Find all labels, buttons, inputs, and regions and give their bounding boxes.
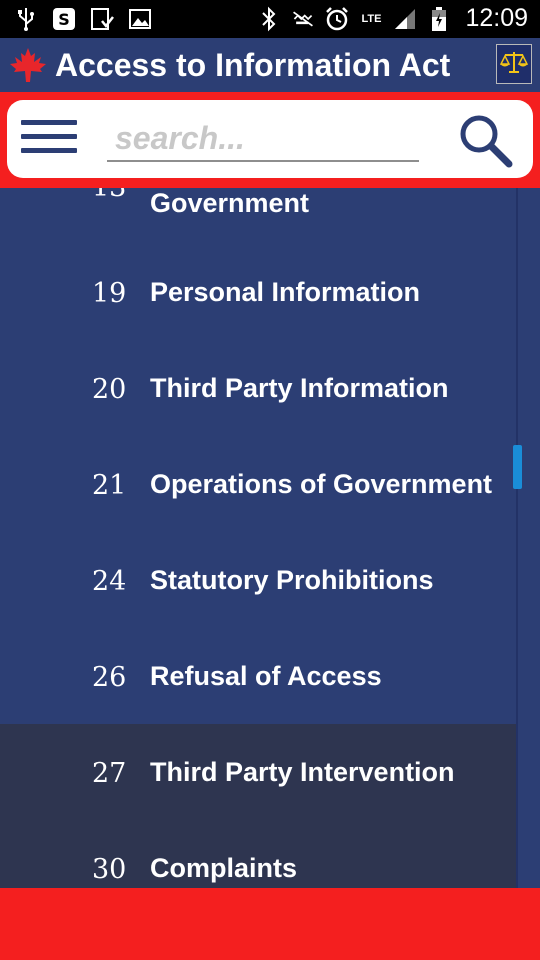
list-item[interactable]: 19 Personal Information — [0, 246, 516, 342]
maple-leaf-icon — [8, 46, 48, 86]
usb-icon — [14, 6, 38, 32]
section-list[interactable]: 13 Responsibilities of Government 19 Per… — [0, 150, 540, 888]
section-title: Personal Information — [150, 277, 421, 307]
title-bar: Access to Information Act — [0, 38, 540, 92]
bottom-bar — [0, 888, 540, 960]
section-number: 24 — [92, 566, 127, 597]
network-type: LTE — [361, 12, 382, 25]
app-title: Access to Information Act — [55, 47, 451, 83]
bluetooth-icon — [257, 6, 281, 32]
list-item[interactable]: 30 Complaints — [0, 820, 516, 888]
skype-icon: S — [52, 6, 76, 32]
section-title: Refusal of Access — [150, 661, 382, 691]
list-item[interactable]: 24 Statutory Prohibitions — [0, 534, 516, 630]
svg-text:S: S — [58, 10, 70, 29]
battery-icon — [427, 6, 451, 32]
scales-button[interactable] — [496, 44, 532, 84]
signal-icon — [393, 6, 417, 32]
menu-button[interactable] — [21, 120, 77, 160]
section-number: 26 — [92, 662, 127, 693]
scrollbar-thumb[interactable] — [513, 445, 522, 489]
search-icon — [460, 115, 513, 168]
section-title: Third Party Information — [150, 373, 449, 403]
list-item[interactable]: 21 Operations of Government — [0, 438, 516, 534]
image-icon — [128, 6, 152, 32]
list-item[interactable]: 26 Refusal of Access — [0, 630, 516, 726]
search-area — [0, 92, 540, 188]
list-item[interactable]: 20 Third Party Information — [0, 342, 516, 438]
search-card — [7, 100, 533, 178]
section-number: 19 — [92, 278, 127, 309]
section-number: 21 — [92, 470, 127, 501]
status-bar: S LTE 12:09 — [0, 0, 540, 38]
section-title: Complaints — [150, 853, 298, 883]
search-input[interactable] — [107, 116, 419, 162]
search-button[interactable] — [455, 110, 515, 170]
hamburger-icon-line — [21, 148, 77, 153]
download-done-icon — [90, 6, 114, 32]
hamburger-icon-line — [21, 120, 77, 125]
section-number: 20 — [92, 374, 127, 405]
mute-icon — [291, 6, 315, 32]
alarm-icon — [325, 6, 349, 32]
clock: 12:09 — [465, 4, 528, 32]
list-item-selected[interactable]: 27 Third Party Intervention — [0, 724, 516, 820]
section-number: 27 — [92, 758, 127, 789]
hamburger-icon-line — [21, 134, 77, 139]
section-title: Statutory Prohibitions — [150, 565, 434, 595]
section-title: Operations of Government — [150, 469, 493, 499]
section-title: Third Party Intervention — [150, 757, 455, 787]
scales-icon — [499, 48, 529, 81]
scrollbar-track — [516, 150, 518, 888]
section-number: 30 — [92, 854, 127, 885]
